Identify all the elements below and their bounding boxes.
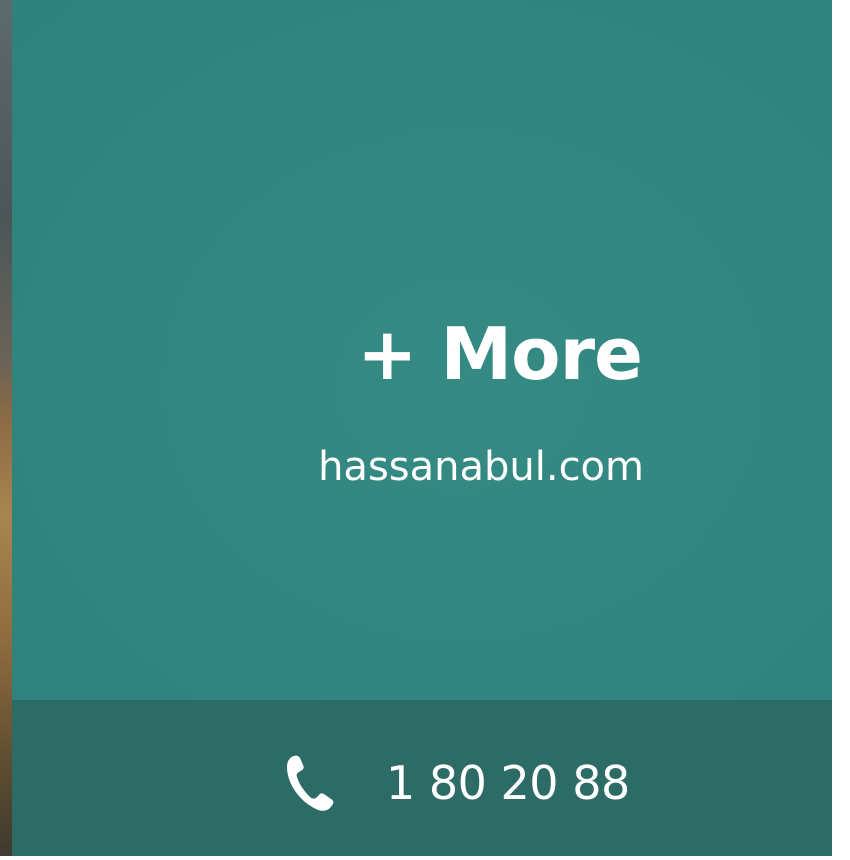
phone-number[interactable]: 1 80 20 88	[386, 760, 630, 806]
phone-icon	[287, 755, 334, 811]
background-photo	[0, 0, 12, 860]
right-margin	[832, 0, 850, 860]
phone-contact[interactable]: 1 80 20 88	[284, 748, 630, 818]
more-heading[interactable]: + More	[357, 318, 643, 390]
ad-banner: + More hassanabul.com 1 80 20 88	[0, 0, 850, 860]
bottom-margin	[0, 856, 850, 860]
website-link[interactable]: hassanabul.com	[318, 447, 644, 487]
